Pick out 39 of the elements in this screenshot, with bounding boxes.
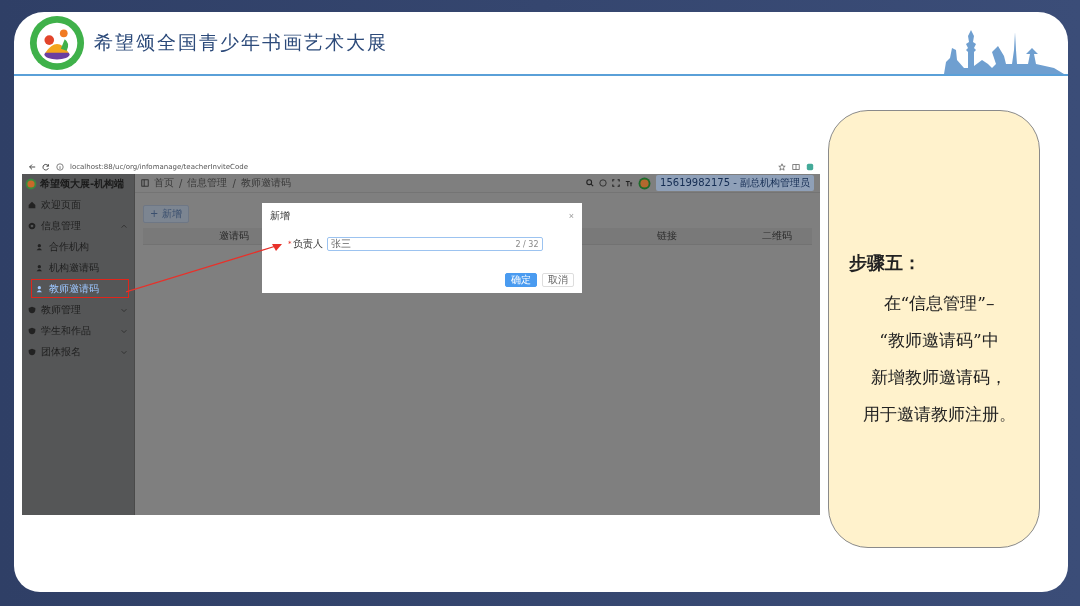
logo-icon [25,178,37,190]
user-menu[interactable]: 15619982175 - 副总机构管理员 [656,175,814,191]
fullscreen-icon[interactable] [612,179,621,187]
app-brand: 希望颂大展-机构端 [40,177,125,191]
step-description: 在“信息管理”– “教师邀请码”中 新增教师邀请码， 用于邀请教师注册。 [861,292,1017,426]
confirm-button[interactable]: 确定 [505,273,537,287]
menu-icon [28,347,36,356]
step-title: 步骤五： [849,251,922,275]
column-header: 邀请码 [219,229,249,243]
breadcrumb-link[interactable]: 信息管理 [187,176,228,190]
submenu-item[interactable]: 教师邀请码 [30,278,130,299]
menu-icon [28,221,36,230]
character-count: 2 / 32 [515,239,539,249]
input-field[interactable]: 张三 2 / 32 [326,237,543,251]
user-icon [36,284,44,293]
back-icon[interactable] [28,163,36,171]
breadcrumb-separator: / [232,177,236,189]
close-button[interactable]: × [568,211,574,221]
menu-icon [28,200,36,209]
reload-icon[interactable] [42,163,50,171]
search-icon[interactable] [586,179,595,187]
info-icon [56,163,64,171]
star-icon[interactable] [778,163,786,171]
user-icon [36,263,44,272]
field-label: 负责人 [292,237,323,251]
breadcrumb-link[interactable]: 教师邀请码 [240,176,291,190]
breadcrumb-separator: / [179,177,183,189]
cancel-button[interactable]: 取消 [542,273,574,287]
breadcrumb-link[interactable]: 首页 [154,176,174,190]
split-screen-icon[interactable] [792,163,800,171]
dialog-title: 新增 [270,209,290,223]
font-size-icon[interactable] [625,179,634,187]
user-icon [36,242,44,251]
column-header: 链接 [657,229,679,243]
menu-icon [28,305,36,314]
extension-icon[interactable] [806,163,814,171]
slide-title: 希望颂全国青少年书画艺术大展 [94,30,388,55]
collapse-icon[interactable] [141,179,149,187]
menu-icon [28,326,36,335]
